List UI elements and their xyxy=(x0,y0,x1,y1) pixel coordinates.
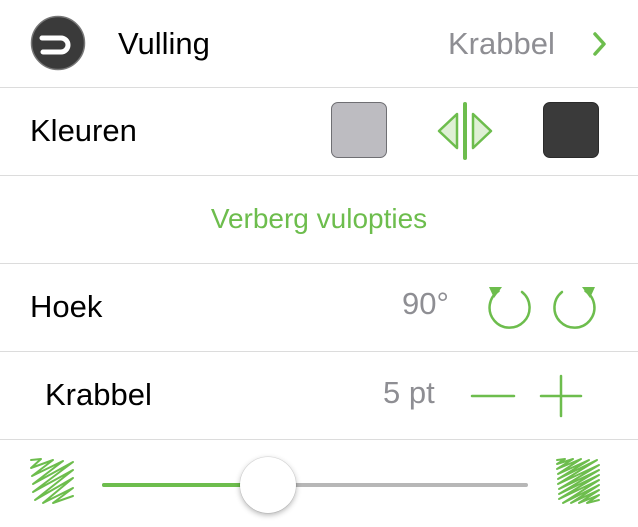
end-color-swatch[interactable] xyxy=(543,102,599,158)
fill-style-icon xyxy=(30,15,86,71)
density-slider-row xyxy=(0,440,638,527)
sparse-scribble-icon xyxy=(27,456,77,506)
hide-fill-options-button[interactable]: Verberg vulopties xyxy=(0,203,638,235)
scribble-row: Krabbel 5 pt xyxy=(0,352,638,440)
rotate-left-icon[interactable] xyxy=(484,281,534,331)
plus-icon[interactable] xyxy=(539,374,583,418)
colors-label: Kleuren xyxy=(30,113,137,148)
angle-value: 90° xyxy=(402,286,449,321)
start-color-swatch[interactable] xyxy=(331,102,387,158)
hide-options-row: Verberg vulopties xyxy=(0,176,638,264)
fill-inspector-panel: Vulling Krabbel Kleuren Verberg vuloptie… xyxy=(0,0,638,527)
fill-row[interactable]: Vulling Krabbel xyxy=(0,0,638,88)
slider-thumb[interactable] xyxy=(240,457,297,513)
angle-row: Hoek 90° xyxy=(0,264,638,352)
scribble-size-value: 5 pt xyxy=(383,375,435,410)
rotate-right-icon[interactable] xyxy=(550,281,600,331)
fill-value: Krabbel xyxy=(448,26,555,61)
colors-row: Kleuren xyxy=(0,88,638,176)
swap-colors-icon[interactable] xyxy=(436,102,494,160)
minus-icon[interactable] xyxy=(470,376,516,416)
chevron-right-icon[interactable] xyxy=(590,30,610,58)
fill-label: Vulling xyxy=(118,26,210,61)
dense-scribble-icon xyxy=(553,456,603,506)
angle-label: Hoek xyxy=(30,289,103,324)
scribble-label: Krabbel xyxy=(45,377,152,412)
